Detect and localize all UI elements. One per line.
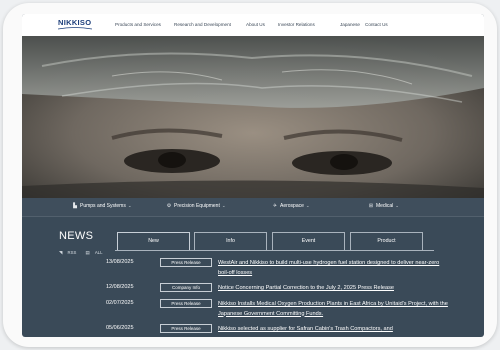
news-tag[interactable]: Press Release xyxy=(160,299,212,308)
category-precision[interactable]: ⚙ Precision Equipment ⌄ xyxy=(166,203,226,209)
tab-event[interactable]: Event xyxy=(272,232,345,250)
chevron-down-icon: ⌄ xyxy=(127,203,132,208)
precision-icon: ⚙ xyxy=(166,203,172,209)
tablet-frame: NIKKISO Products and Services Research a… xyxy=(3,3,497,347)
news-date: 05/06/2025 xyxy=(106,325,134,331)
news-title-link[interactable]: Nikkiso selected as supplier for Safran … xyxy=(218,325,448,335)
news-links: ◥ RSS ▤ ALL xyxy=(59,250,110,256)
news-title-link[interactable]: Notice Concerning Partial Correction to … xyxy=(218,284,448,294)
news-tag[interactable]: Press Release xyxy=(160,258,212,267)
medical-icon: ⊞ xyxy=(368,203,374,209)
category-bar: ▙ Pumps and Systems ⌄ ⚙ Precision Equipment… xyxy=(22,198,484,217)
category-label: Precision Equipment xyxy=(174,203,220,209)
hero-face-illustration xyxy=(22,36,484,198)
nav-japanese[interactable]: Japanese xyxy=(340,22,360,27)
category-medical[interactable]: ⊞ Medical ⌄ xyxy=(368,203,399,209)
category-pumps[interactable]: ▙ Pumps and Systems ⌄ xyxy=(72,203,132,209)
news-tag[interactable]: Company Info xyxy=(160,283,212,292)
tab-product[interactable]: Product xyxy=(350,232,423,250)
nav-about[interactable]: About Us xyxy=(246,22,265,27)
nav-investor[interactable]: Investor Relations xyxy=(278,22,315,27)
category-label: Medical xyxy=(376,203,394,209)
tabs-divider xyxy=(115,250,434,251)
nikkiso-logo[interactable]: NIKKISO xyxy=(58,18,91,27)
rss-link[interactable]: ◥ RSS xyxy=(59,250,80,255)
news-date: 12/08/2025 xyxy=(106,284,134,290)
tab-info[interactable]: Info xyxy=(194,232,267,250)
airplane-icon: ✈ xyxy=(272,203,278,209)
site-header: NIKKISO Products and Services Research a… xyxy=(22,14,484,37)
chevron-down-icon: ⌄ xyxy=(395,203,400,208)
news-date: 13/08/2025 xyxy=(106,259,134,265)
news-title-link[interactable]: WestAir and Nikkiso to build multi-use h… xyxy=(218,259,448,278)
nav-research[interactable]: Research and Development xyxy=(174,22,231,27)
hero-image xyxy=(22,36,484,198)
tab-new[interactable]: New xyxy=(117,232,190,251)
news-date: 02/07/2025 xyxy=(106,300,134,306)
nav-products[interactable]: Products and Services xyxy=(115,22,161,27)
news-tag[interactable]: Press Release xyxy=(160,324,212,333)
chevron-down-icon: ⌄ xyxy=(305,203,310,208)
nav-contact[interactable]: Contact Us xyxy=(365,22,388,27)
pump-icon: ▙ xyxy=(73,203,77,209)
news-title-link[interactable]: Nikkiso Installs Medical Oxygen Producti… xyxy=(218,300,448,319)
all-link[interactable]: ▤ ALL xyxy=(86,250,107,255)
news-heading: NEWS xyxy=(59,230,94,242)
list-icon: ▤ xyxy=(85,250,91,255)
chevron-down-icon: ⌄ xyxy=(221,203,226,208)
browser-viewport: NIKKISO Products and Services Research a… xyxy=(22,14,484,337)
rss-icon: ◥ xyxy=(59,250,64,255)
category-aerospace[interactable]: ✈ Aerospace ⌄ xyxy=(272,203,310,209)
category-label: Aerospace xyxy=(280,203,304,209)
logo-swoosh-icon xyxy=(58,27,92,30)
category-label: Pumps and Systems xyxy=(80,203,126,209)
